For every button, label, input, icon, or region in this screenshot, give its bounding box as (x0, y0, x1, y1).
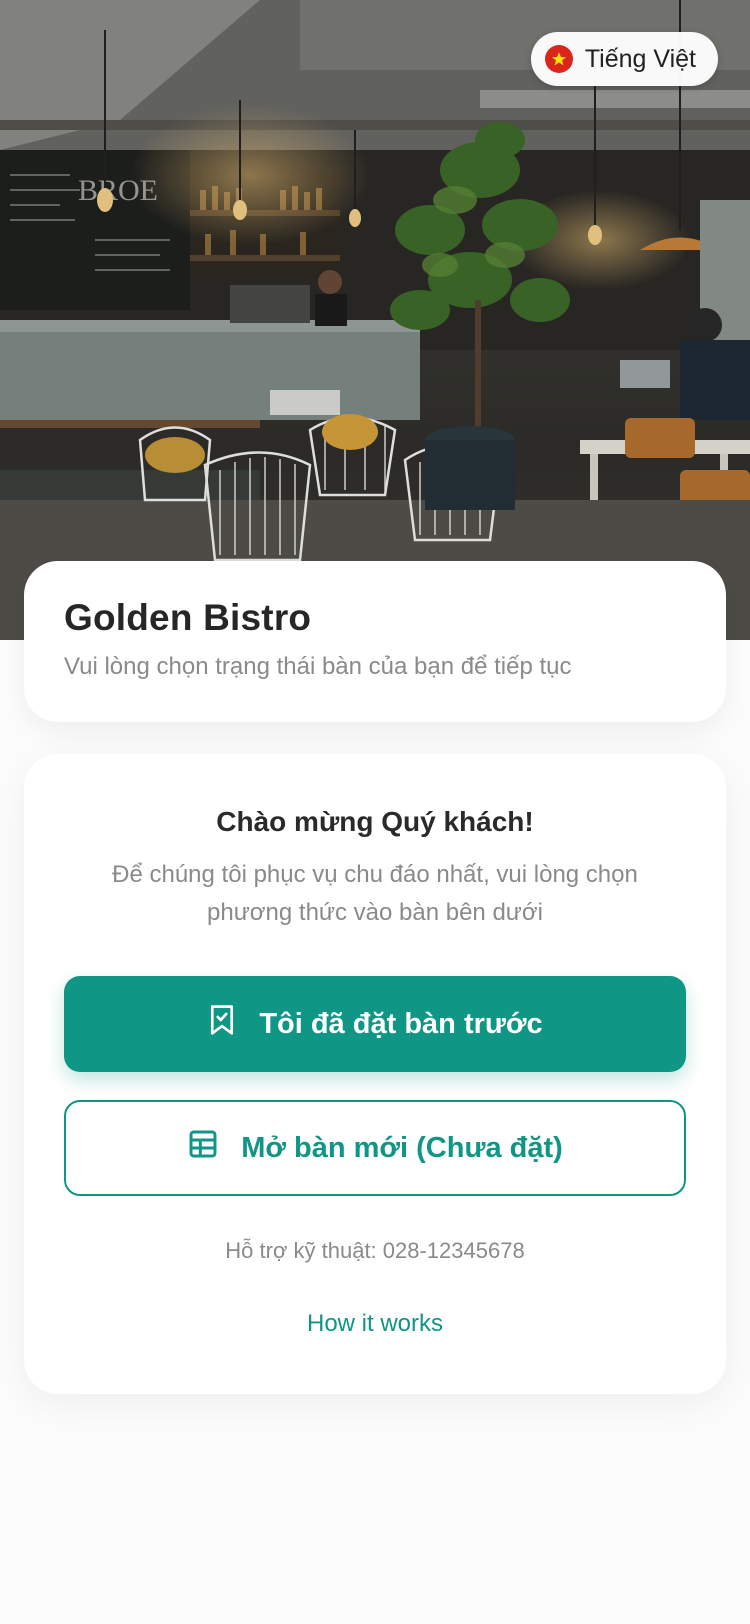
new-table-button[interactable]: Mở bàn mới (Chưa đặt) (64, 1100, 686, 1196)
language-selector[interactable]: Tiếng Việt (530, 32, 718, 86)
restaurant-header-card: Golden Bistro Vui lòng chọn trạng thái b… (24, 561, 726, 722)
vietnam-flag-icon (544, 45, 573, 73)
restaurant-name: Golden Bistro (64, 597, 312, 638)
welcome-heading: Chào mừng Quý khách! (216, 806, 534, 837)
hero-cafe-image: BROE Tiếng Việt (0, 0, 750, 640)
how-it-works-link[interactable]: How it works (307, 1310, 443, 1338)
welcome-description: Để chúng tôi phục vụ chu đáo nhất, vui l… (112, 861, 638, 926)
table-grid-icon (187, 1128, 219, 1168)
language-label: Tiếng Việt (584, 44, 696, 73)
reserved-table-label: Tôi đã đặt bàn trước (259, 1007, 543, 1040)
restaurant-subtitle: Vui lòng chọn trạng thái bàn của bạn để … (64, 653, 572, 680)
table-status-card: Chào mừng Quý khách! Để chúng tôi phục v… (24, 754, 726, 1394)
bookmark-check-icon (207, 1003, 237, 1045)
new-table-label: Mở bàn mới (Chưa đặt) (241, 1131, 563, 1164)
reserved-table-button[interactable]: Tôi đã đặt bàn trước (64, 976, 686, 1072)
support-text: Hỗ trợ kỹ thuật: 028-12345678 (225, 1238, 525, 1263)
